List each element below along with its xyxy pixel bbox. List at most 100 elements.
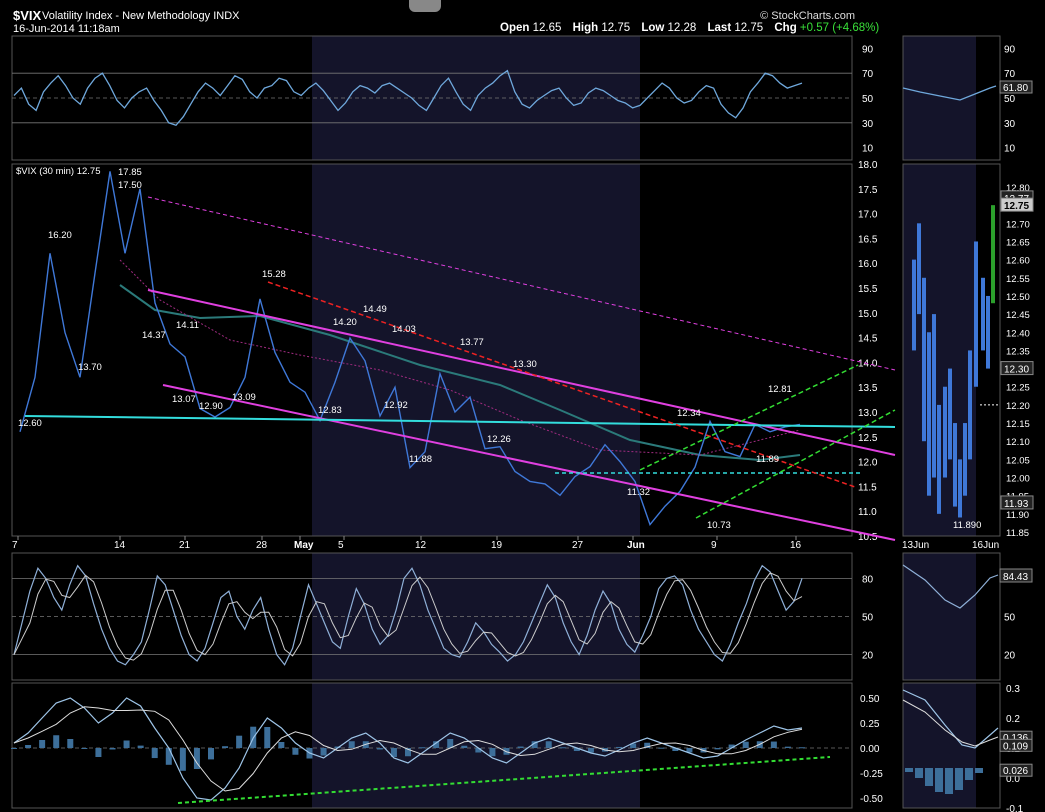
side-price-flag-value: 11.93 bbox=[1004, 499, 1029, 510]
side-price-flag-value: 12.30 bbox=[1004, 365, 1029, 376]
x-axis-label: 16 bbox=[790, 540, 802, 551]
rsi-axis-label: 10 bbox=[862, 144, 874, 155]
price-label: 11.89 bbox=[756, 454, 779, 465]
side-stoch-value: 84.43 bbox=[1003, 572, 1028, 583]
price-label: 13.30 bbox=[513, 359, 537, 370]
macd-histogram-bar bbox=[770, 741, 777, 748]
macd-histogram-bar bbox=[208, 748, 214, 760]
price-axis-label: 11.0 bbox=[858, 507, 877, 518]
side-rsi-axis-label: 90 bbox=[1004, 44, 1016, 55]
x-axis-label: 28 bbox=[256, 540, 268, 551]
macd-histogram-bar bbox=[236, 735, 243, 748]
side-candle bbox=[912, 259, 916, 351]
price-axis-label: 14.5 bbox=[858, 334, 878, 345]
price-axis-label: 13.5 bbox=[858, 383, 878, 394]
x-axis-label: 9 bbox=[711, 540, 717, 551]
rsi-axis-label: 30 bbox=[862, 119, 874, 130]
vix-chart: 90 70 50 30 10 90 70 50 30 10 61.80 18.0 17.5 17.0 16.… bbox=[11, 35, 1034, 812]
side-price-axis-label: 11.90 bbox=[1006, 510, 1029, 521]
side-macd-bar bbox=[915, 768, 923, 778]
macd-histogram-bar bbox=[742, 741, 749, 748]
price-label: 17.50 bbox=[118, 180, 142, 191]
side-stoch-axis-label: 50 bbox=[1004, 613, 1016, 624]
macd-histogram-bar bbox=[616, 746, 623, 748]
macd-histogram-bar bbox=[545, 741, 552, 748]
price-label: 12.90 bbox=[199, 401, 223, 412]
side-macd-flag-value: 0.026 bbox=[1003, 766, 1028, 777]
side-candle bbox=[963, 423, 967, 496]
side-candle bbox=[986, 295, 990, 369]
price-axis-label: 12.5 bbox=[858, 433, 878, 444]
macd-histogram-bar bbox=[11, 748, 17, 749]
price-axis-label: 13.0 bbox=[858, 408, 878, 419]
macd-histogram-bar bbox=[348, 741, 355, 748]
macd-histogram-bar bbox=[784, 746, 791, 748]
side-price-axis-label: 12.60 bbox=[1006, 256, 1030, 267]
side-price-axis-label: 12.05 bbox=[1006, 455, 1030, 466]
x-axis-label: 21 bbox=[179, 540, 191, 551]
rsi-axis-label: 90 bbox=[862, 44, 874, 55]
price-axis-label: 15.0 bbox=[858, 309, 878, 320]
side-stoch-axis-label: 20 bbox=[1004, 651, 1016, 662]
side-price-axis-label: 12.25 bbox=[1006, 383, 1030, 394]
rsi-side-dark bbox=[976, 36, 1000, 160]
price-label: 13.77 bbox=[460, 337, 484, 348]
side-price-axis-label: 12.50 bbox=[1006, 292, 1030, 303]
price-label: 12.83 bbox=[318, 405, 342, 416]
macd-histogram-bar bbox=[264, 727, 271, 748]
side-macd-bar bbox=[975, 768, 983, 773]
price-label: 13.70 bbox=[78, 362, 102, 373]
side-rsi-axis-label: 50 bbox=[1004, 94, 1016, 105]
side-price-axis-label: 12.45 bbox=[1006, 310, 1030, 321]
macd-histogram-bar bbox=[799, 747, 805, 749]
side-candle bbox=[974, 241, 978, 387]
x-axis-label: 5 bbox=[338, 540, 344, 551]
rsi-axis-label: 70 bbox=[862, 69, 874, 80]
macd-histogram-bar bbox=[517, 746, 524, 748]
price-axis-label: 17.0 bbox=[858, 210, 878, 221]
macd-histogram-bar bbox=[151, 748, 158, 759]
side-candle-last bbox=[991, 205, 995, 304]
side-price-axis-label: 12.35 bbox=[1006, 346, 1030, 357]
price-label: 14.20 bbox=[333, 317, 357, 328]
macd-histogram-bar bbox=[658, 747, 665, 749]
side-rsi-axis-label: 30 bbox=[1004, 119, 1016, 130]
price-axis-label: 15.5 bbox=[858, 284, 878, 295]
price-label: 13.09 bbox=[232, 392, 256, 403]
side-macd-bar bbox=[925, 768, 933, 786]
side-macd-flag-value: 0.109 bbox=[1003, 741, 1028, 752]
side-price-axis-label: 12.20 bbox=[1006, 401, 1030, 412]
stoch-axis-label: 20 bbox=[862, 651, 874, 662]
side-x-axis-label: 16Jun bbox=[972, 540, 999, 551]
price-panel-title: $VIX (30 min) 12.75 bbox=[16, 166, 101, 177]
side-candle bbox=[927, 332, 931, 496]
side-x-axis-label: 13Jun bbox=[902, 540, 929, 551]
side-macd-bar bbox=[905, 768, 913, 772]
macd-histogram-bar bbox=[461, 745, 468, 748]
rsi-axis-label: 50 bbox=[862, 94, 874, 105]
price-label: 15.28 bbox=[262, 269, 286, 280]
side-macd-bar bbox=[935, 768, 943, 792]
macd-histogram-bar bbox=[376, 748, 383, 750]
side-rsi-axis-label: 70 bbox=[1004, 69, 1016, 80]
side-price-axis-label: 12.65 bbox=[1006, 237, 1030, 248]
side-price-axis-label: 12.00 bbox=[1006, 474, 1030, 485]
price-label: 14.37 bbox=[142, 330, 166, 341]
macd-axis-label: 0.00 bbox=[860, 744, 880, 755]
macd-histogram-bar bbox=[559, 747, 566, 749]
price-axis-label: 16.5 bbox=[858, 234, 878, 245]
side-rsi-value: 61.80 bbox=[1003, 83, 1028, 94]
side-candle bbox=[932, 314, 936, 478]
price-label: 14.11 bbox=[176, 320, 199, 331]
side-rsi-axis-label: 10 bbox=[1004, 144, 1016, 155]
macd-histogram-bar bbox=[714, 748, 721, 750]
macd-histogram-bar bbox=[81, 748, 88, 749]
price-label: 12.92 bbox=[384, 400, 408, 411]
stoch-axis-label: 50 bbox=[862, 613, 874, 624]
side-price-axis-label: 12.55 bbox=[1006, 274, 1030, 285]
price-label: 10.73 bbox=[707, 520, 731, 531]
side-macd-axis-label: 0.3 bbox=[1006, 684, 1020, 695]
macd-histogram-bar bbox=[165, 748, 172, 765]
x-axis-label: Jun bbox=[627, 540, 645, 551]
side-low-label: 11.890 bbox=[953, 520, 981, 531]
